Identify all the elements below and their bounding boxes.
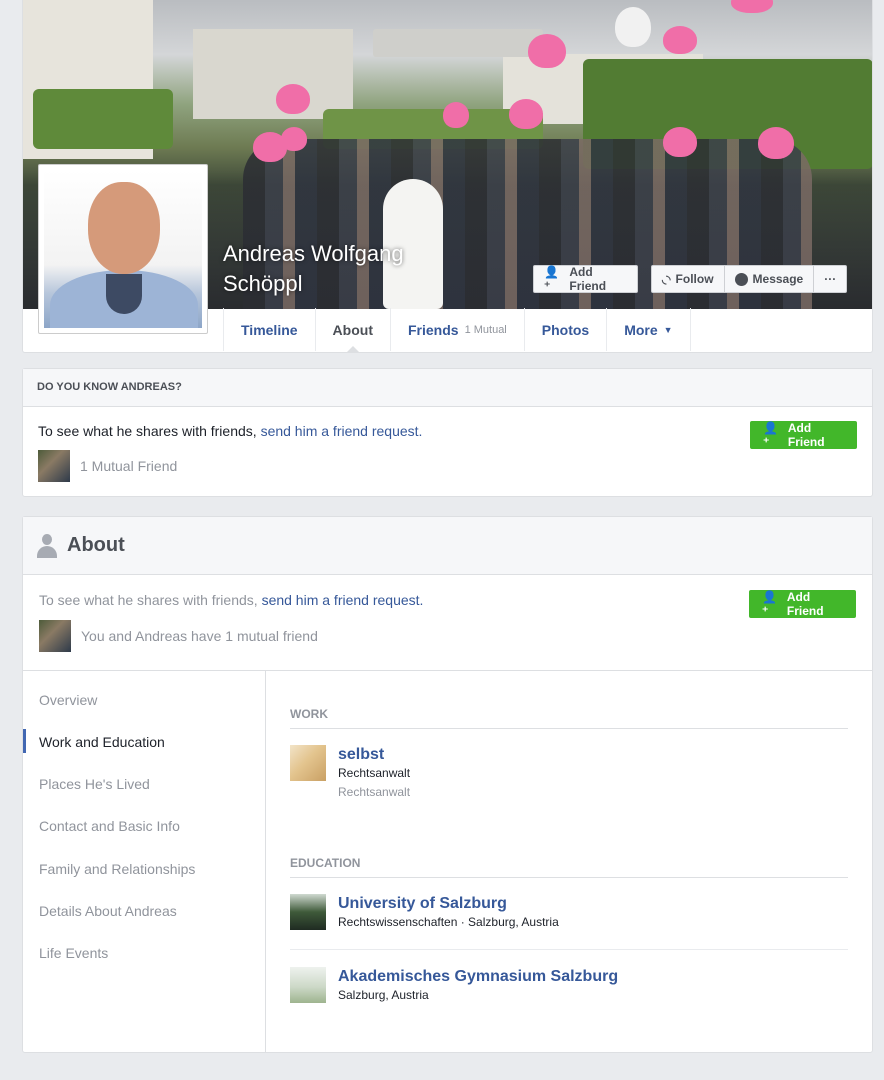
work-entry: selbst Rechtsanwalt Rechtsanwalt — [290, 745, 848, 799]
add-friend-icon: 👤⁺ — [544, 265, 559, 293]
send-friend-request-link[interactable]: send him a friend request. — [261, 423, 423, 439]
nav-life-events[interactable]: Life Events — [39, 945, 108, 961]
mutual-friends-label[interactable]: You and Andreas have 1 mutual friend — [81, 628, 318, 644]
active-indicator — [23, 729, 26, 753]
add-friend-label: Add Friend — [787, 421, 825, 449]
person-icon — [37, 533, 57, 558]
more-options-icon: ··· — [824, 272, 837, 286]
nav-places-lived[interactable]: Places He's Lived — [39, 776, 150, 792]
tab-label: More — [624, 321, 658, 338]
tab-label: Friends — [407, 321, 459, 338]
nav-contact-info[interactable]: Contact and Basic Info — [39, 818, 180, 834]
nav-work-and-education[interactable]: Work and Education — [39, 734, 165, 750]
add-friend-button-know[interactable]: 👤⁺ Add Friend — [750, 421, 857, 449]
tab-about[interactable]: About — [314, 308, 390, 352]
education-details: Rechtswissenschaften · Salzburg, Austria — [338, 915, 559, 929]
send-friend-request-link[interactable]: send him a friend request. — [262, 592, 424, 608]
education-name[interactable]: Akademisches Gymnasium Salzburg — [338, 967, 618, 987]
work-description: Rechtsanwalt — [338, 785, 411, 799]
friend-request-prompt: To see what he shares with friends, send… — [38, 423, 422, 439]
tab-timeline[interactable]: Timeline — [223, 308, 315, 351]
follow-button[interactable]: ◟◝ Follow — [652, 266, 724, 292]
nav-overview[interactable]: Overview — [39, 692, 97, 708]
nav-details[interactable]: Details About Andreas — [39, 903, 177, 919]
add-friend-label: Add Friend — [569, 265, 607, 293]
tab-label: Photos — [541, 321, 590, 338]
message-button[interactable]: Message — [723, 266, 814, 292]
more-options-button[interactable]: ··· — [813, 266, 846, 292]
messenger-icon — [734, 272, 748, 286]
rss-icon: ◟◝ — [662, 273, 671, 286]
education-section-title: EDUCATION — [290, 856, 848, 878]
work-name[interactable]: selbst — [338, 745, 410, 765]
prompt-text: To see what he shares with friends, — [39, 592, 262, 608]
follow-label: Follow — [675, 272, 714, 286]
profile-actions: ◟◝ Follow Message ··· — [651, 265, 848, 293]
profile-name[interactable]: Andreas Wolfgang Schöppl — [223, 239, 443, 299]
about-card: About To see what he shares with friends… — [22, 516, 873, 1053]
education-name[interactable]: University of Salzburg — [338, 894, 559, 914]
tab-label: Timeline — [241, 321, 298, 338]
tab-label: About — [332, 321, 373, 338]
add-friend-button[interactable]: 👤⁺ Add Friend — [533, 265, 638, 293]
tab-friends[interactable]: Friends 1 Mutual — [389, 308, 524, 351]
add-friend-label: Add Friend — [786, 590, 824, 618]
profile-picture[interactable] — [38, 164, 208, 334]
about-body: Overview Work and Education Places He's … — [23, 671, 872, 1052]
tab-photos[interactable]: Photos — [523, 308, 606, 351]
do-you-know-card: DO YOU KNOW ANDREAS? To see what he shar… — [22, 368, 873, 497]
profile-tabs: Timeline About Friends 1 Mutual Photos M… — [223, 308, 691, 352]
prompt-text: To see what he shares with friends, — [38, 423, 261, 439]
message-label: Message — [752, 272, 804, 286]
work-section-title: WORK — [290, 707, 848, 729]
about-side-nav: Overview Work and Education Places He's … — [23, 671, 266, 1052]
about-mutual-friends[interactable]: You and Andreas have 1 mutual friend — [39, 620, 318, 652]
work-position: Rechtsanwalt — [338, 766, 411, 780]
mutual-friend-thumbnail[interactable] — [38, 450, 70, 482]
profile-header: Andreas Wolfgang Schöppl 👤⁺ Add Friend ◟… — [22, 0, 873, 353]
tab-more[interactable]: More ▼ — [606, 308, 691, 351]
mutual-count: 1 Mutual — [464, 323, 507, 336]
do-you-know-header: DO YOU KNOW ANDREAS? — [23, 369, 872, 407]
add-friend-button-about[interactable]: 👤⁺ Add Friend — [749, 590, 856, 618]
university-logo[interactable] — [290, 894, 326, 930]
about-intro: To see what he shares with friends, send… — [23, 575, 872, 671]
education-entry: University of Salzburg Rechtswissenschaf… — [290, 894, 848, 930]
mutual-friends[interactable]: 1 Mutual Friend — [38, 450, 177, 482]
work-logo[interactable] — [290, 745, 326, 781]
mutual-friend-thumbnail[interactable] — [39, 620, 71, 652]
add-friend-icon: 👤⁺ — [762, 590, 777, 618]
mutual-friends-label[interactable]: 1 Mutual Friend — [80, 458, 177, 474]
entry-divider — [290, 949, 848, 950]
education-details: Salzburg, Austria — [338, 988, 429, 1002]
add-friend-icon: 👤⁺ — [763, 421, 778, 449]
about-header: About — [23, 517, 872, 575]
about-friend-request-prompt: To see what he shares with friends, send… — [39, 592, 423, 608]
caret-down-icon: ▼ — [663, 324, 673, 335]
school-logo[interactable] — [290, 967, 326, 1003]
about-title: About — [67, 534, 125, 556]
nav-family-relationships[interactable]: Family and Relationships — [39, 861, 195, 877]
education-entry: Akademisches Gymnasium Salzburg Salzburg… — [290, 967, 848, 1003]
